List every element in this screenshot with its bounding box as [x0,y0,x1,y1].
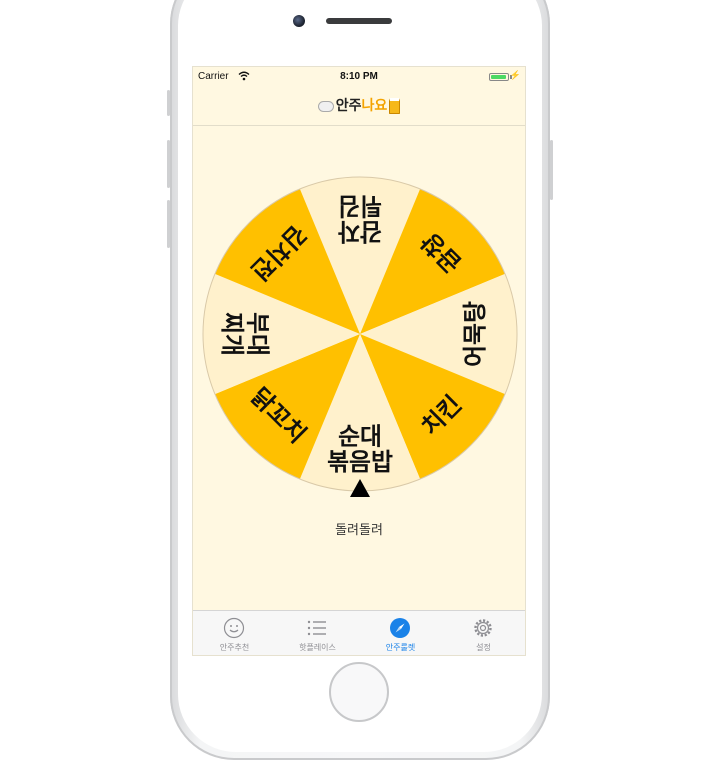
tab-recommend[interactable]: 안주추천 [193,611,276,655]
tab-label: 설정 [476,643,491,652]
wheel-label-text: 튀김 [338,192,382,220]
wheel-label-text: 순대 [338,422,382,450]
wheel-segment-label: 감자튀김 [338,192,382,246]
volume-down-button [167,200,170,248]
front-camera-icon [293,15,305,27]
tab-roulette[interactable]: 안주룰렛 [359,611,442,655]
wheel-label-text: 부대 [244,312,272,356]
wheel-segment-label: 부대찌개 [218,312,272,356]
speaker-grille [326,18,392,24]
wheel-pointer-icon [350,479,370,497]
title-main: 안주 [335,98,362,114]
tab-bar: 안주추천 핫플레이스 안주룰렛 설정 [193,610,525,655]
charging-icon: ⚡ [509,70,521,80]
status-bar: Carrier 8:10 PM ⚡ [193,67,525,87]
wheel-label-text: 찌개 [218,312,246,356]
tab-label: 안주룰렛 [385,643,416,652]
app-title: 안주나요 [193,95,525,115]
status-time: 8:10 PM [340,71,378,82]
wheel-label-text: 볶음밥 [327,448,393,476]
wheel-label-text: 어묵탕 [461,301,489,367]
volume-up-button [167,140,170,188]
tab-label: 핫플레이스 [299,643,336,652]
smiley-icon [223,617,245,639]
tab-hotplace[interactable]: 핫플레이스 [276,611,359,655]
title-accent: 나요 [361,98,388,114]
power-button [550,140,553,200]
wheel-segment-label: 어묵탕 [461,301,489,367]
spin-button[interactable]: 돌려돌려 [193,519,525,538]
roulette-wheel[interactable]: 순대볶음밥닭꼬치부대찌개김치전 감자튀김곱창어묵탕치킨 [201,175,519,493]
navigation-bar: 안주나요 [193,87,525,126]
tab-label: 안주추천 [219,643,250,652]
home-button[interactable] [329,662,389,722]
cloud-icon [317,100,334,112]
battery-icon [489,73,509,81]
beer-icon [389,98,401,114]
gear-icon [474,619,492,637]
app-screen: Carrier 8:10 PM ⚡ 안주나요 순대 볶음밥 닭꼬치 부대 찌개 김치전 감자… [192,66,526,656]
compass-icon [390,618,410,638]
mute-switch [167,90,170,116]
tab-settings[interactable]: 설정 [442,611,525,655]
wheel-label-text: 감자 [338,218,382,246]
list-icon [307,620,326,636]
